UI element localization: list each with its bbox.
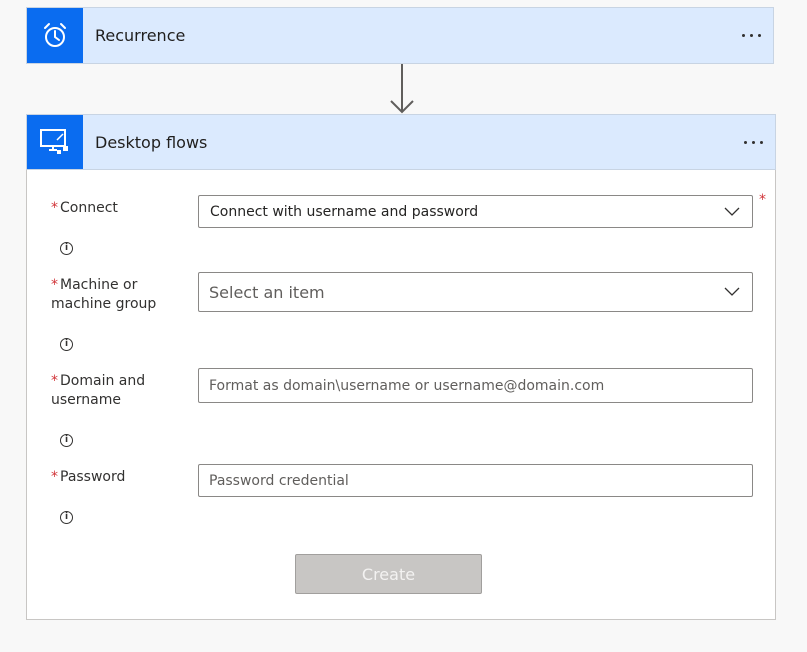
connect-label: * Connect (51, 200, 118, 216)
password-input[interactable]: Password credential (198, 464, 753, 497)
password-info-icon[interactable]: i (60, 511, 73, 524)
chevron-down-icon (724, 287, 740, 296)
domain-username-input[interactable]: Format as domain\username or username@do… (198, 368, 753, 403)
recurrence-more-button[interactable] (742, 8, 761, 63)
machine-dropdown[interactable]: Select an item (198, 272, 753, 312)
more-icon (742, 34, 745, 37)
desktop-flows-more-button[interactable] (744, 115, 763, 169)
connect-required-mark: * (759, 192, 766, 208)
desktop-flows-header[interactable]: Desktop flows (26, 114, 776, 170)
create-button[interactable]: Create (295, 554, 482, 594)
alarm-clock-icon (27, 8, 83, 63)
password-label: * Password (51, 469, 126, 485)
domain-info-icon[interactable]: i (60, 434, 73, 447)
connect-info-icon[interactable]: i (60, 242, 73, 255)
chevron-down-icon (724, 207, 740, 216)
down-arrow-icon (390, 64, 414, 114)
recurrence-title: Recurrence (95, 26, 186, 45)
more-icon (744, 140, 747, 144)
machine-label: * Machine or machine group (51, 277, 157, 312)
desktop-flows-title: Desktop flows (95, 132, 208, 152)
machine-info-icon[interactable]: i (60, 338, 73, 351)
domain-label: * Domain and username (51, 373, 146, 408)
recurrence-card[interactable]: Recurrence (26, 7, 774, 64)
desktop-flows-card: Desktop flows * Connect i Connect with us… (26, 114, 776, 620)
connect-dropdown[interactable]: Connect with username and password (198, 195, 753, 228)
desktop-flow-icon (27, 115, 83, 169)
